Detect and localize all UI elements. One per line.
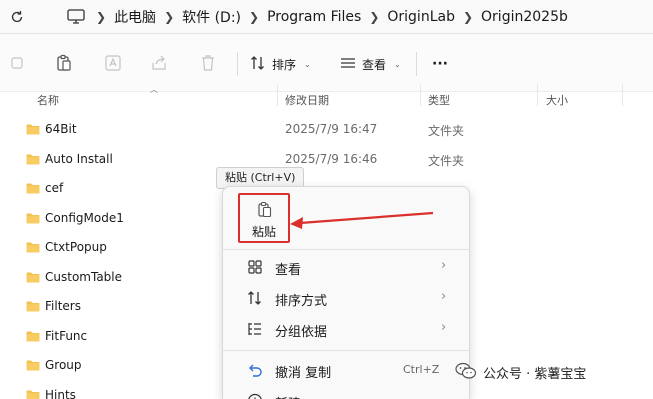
menu-item-new[interactable]: 新建 xyxy=(223,386,469,399)
column-header-size[interactable]: 大小 xyxy=(546,92,568,114)
column-header-modified[interactable]: 修改日期 xyxy=(285,92,329,114)
file-name: cef xyxy=(45,181,64,195)
menu-item-sort-by[interactable]: 排序方式 › xyxy=(223,283,469,313)
chevron-down-icon: ⌄ xyxy=(304,59,311,69)
column-divider[interactable] xyxy=(622,84,623,106)
file-name: Group xyxy=(45,358,82,372)
more-icon: ··· xyxy=(432,56,448,72)
command-bar: 排序 ⌄ 查看 ⌄ ··· xyxy=(0,34,653,92)
refresh-icon[interactable] xyxy=(4,4,30,30)
chevron-right-icon[interactable]: ❯ xyxy=(249,10,259,24)
this-pc-icon[interactable] xyxy=(64,5,88,29)
file-modified: 2025/7/9 16:46 xyxy=(285,151,378,166)
breadcrumb-origin2025b[interactable]: Origin2025b xyxy=(481,9,568,25)
folder-icon xyxy=(26,272,40,282)
column-header-name[interactable]: 名称 xyxy=(37,92,59,114)
chevron-right-icon[interactable]: ❯ xyxy=(96,10,106,24)
folder-icon xyxy=(26,360,40,371)
column-divider[interactable] xyxy=(420,84,421,106)
sort-ascending-icon: ︿ xyxy=(150,85,158,94)
folder-icon xyxy=(26,242,40,253)
menu-item-undo-copy[interactable]: 撤消 复制 Ctrl+Z xyxy=(223,355,469,385)
shortcut-label: Ctrl+Z xyxy=(403,363,440,376)
breadcrumb-drive-d[interactable]: 软件 (D:) xyxy=(182,7,241,27)
menu-item-label: 查看 xyxy=(275,263,302,278)
file-name: Filters xyxy=(45,299,81,313)
column-headers: ︿ 名称 修改日期 类型 大小 xyxy=(0,84,653,114)
menu-item-group-by[interactable]: 分组依据 › xyxy=(223,314,469,344)
menu-item-label: 排序方式 xyxy=(275,294,328,309)
toolbar-divider xyxy=(416,52,417,76)
menu-divider xyxy=(223,249,469,250)
chevron-right-icon: › xyxy=(441,320,447,335)
chevron-right-icon[interactable]: ❯ xyxy=(164,10,174,24)
file-name: CustomTable xyxy=(45,269,123,284)
watermark: 公众号 · 紫薯宝宝 xyxy=(455,360,586,384)
sort-button[interactable]: 排序 ⌄ xyxy=(250,51,311,77)
sort-label: 排序 xyxy=(272,57,297,72)
paste-menu-button[interactable]: 粘贴 xyxy=(238,193,290,243)
file-row[interactable]: 64Bit 2025/7/9 16:47 文件夹 xyxy=(0,116,653,145)
menu-item-label: 新建 xyxy=(275,393,301,399)
breadcrumb-originlab[interactable]: OriginLab xyxy=(387,9,455,25)
file-name: Hints xyxy=(45,387,76,399)
file-type: 文件夹 xyxy=(428,153,465,168)
sort-icon xyxy=(250,55,266,74)
share-icon[interactable] xyxy=(148,52,170,74)
column-divider[interactable] xyxy=(537,84,538,106)
delete-icon[interactable] xyxy=(197,52,219,74)
folder-icon xyxy=(26,154,40,164)
file-row[interactable]: Auto Install 2025/7/9 16:46 文件夹 xyxy=(0,146,653,175)
breadcrumb-this-pc[interactable]: 此电脑 xyxy=(114,7,156,27)
paste-menu-label: 粘贴 xyxy=(251,225,276,239)
chevron-down-icon: ⌄ xyxy=(394,59,401,69)
file-name: Auto Install xyxy=(45,151,113,166)
folder-icon xyxy=(26,331,40,341)
paste-icon[interactable] xyxy=(53,52,75,74)
folder-icon xyxy=(26,301,40,312)
view-list-icon xyxy=(340,56,356,73)
wechat-icon xyxy=(455,362,477,383)
group-icon xyxy=(247,321,263,337)
column-divider[interactable] xyxy=(277,84,278,106)
folder-icon xyxy=(26,390,40,399)
column-header-type[interactable]: 类型 xyxy=(428,92,450,114)
menu-item-label: 撤消 复制 xyxy=(275,366,332,381)
paste-icon xyxy=(257,201,273,222)
folder-icon xyxy=(26,124,40,135)
address-bar: ❯ 此电脑 ❯ 软件 (D:) ❯ Program Files ❯ Origin… xyxy=(0,0,653,34)
file-name: ConfigMode1 xyxy=(45,210,124,225)
menu-item-label: 分组依据 xyxy=(275,325,328,340)
watermark-text: 公众号 · 紫薯宝宝 xyxy=(483,366,587,382)
chevron-right-icon: › xyxy=(441,258,447,273)
chevron-right-icon[interactable]: ❯ xyxy=(369,10,379,24)
chevron-right-icon: › xyxy=(441,289,447,304)
menu-item-view[interactable]: 查看 › xyxy=(223,252,469,282)
file-type: 文件夹 xyxy=(428,124,465,138)
more-options-button[interactable]: ··· xyxy=(432,51,448,77)
menu-divider xyxy=(223,350,469,351)
grid-icon xyxy=(247,259,263,275)
folder-icon xyxy=(26,183,40,194)
chevron-right-icon[interactable]: ❯ xyxy=(463,10,473,24)
folder-icon xyxy=(26,213,40,223)
rename-icon[interactable] xyxy=(102,52,124,74)
file-name: CtxtPopup xyxy=(45,240,107,254)
view-button[interactable]: 查看 ⌄ xyxy=(340,51,401,77)
annotation-arrow xyxy=(290,211,434,229)
file-name: FitFunc xyxy=(45,328,88,343)
new-icon xyxy=(247,393,263,399)
file-modified: 2025/7/9 16:47 xyxy=(285,122,378,136)
file-name: 64Bit xyxy=(45,122,77,136)
view-label: 查看 xyxy=(362,57,387,72)
breadcrumb-program-files[interactable]: Program Files xyxy=(267,9,361,25)
cut-icon[interactable] xyxy=(6,52,28,74)
toolbar-divider xyxy=(237,52,238,76)
undo-icon xyxy=(247,362,263,378)
sort-icon xyxy=(247,290,263,306)
